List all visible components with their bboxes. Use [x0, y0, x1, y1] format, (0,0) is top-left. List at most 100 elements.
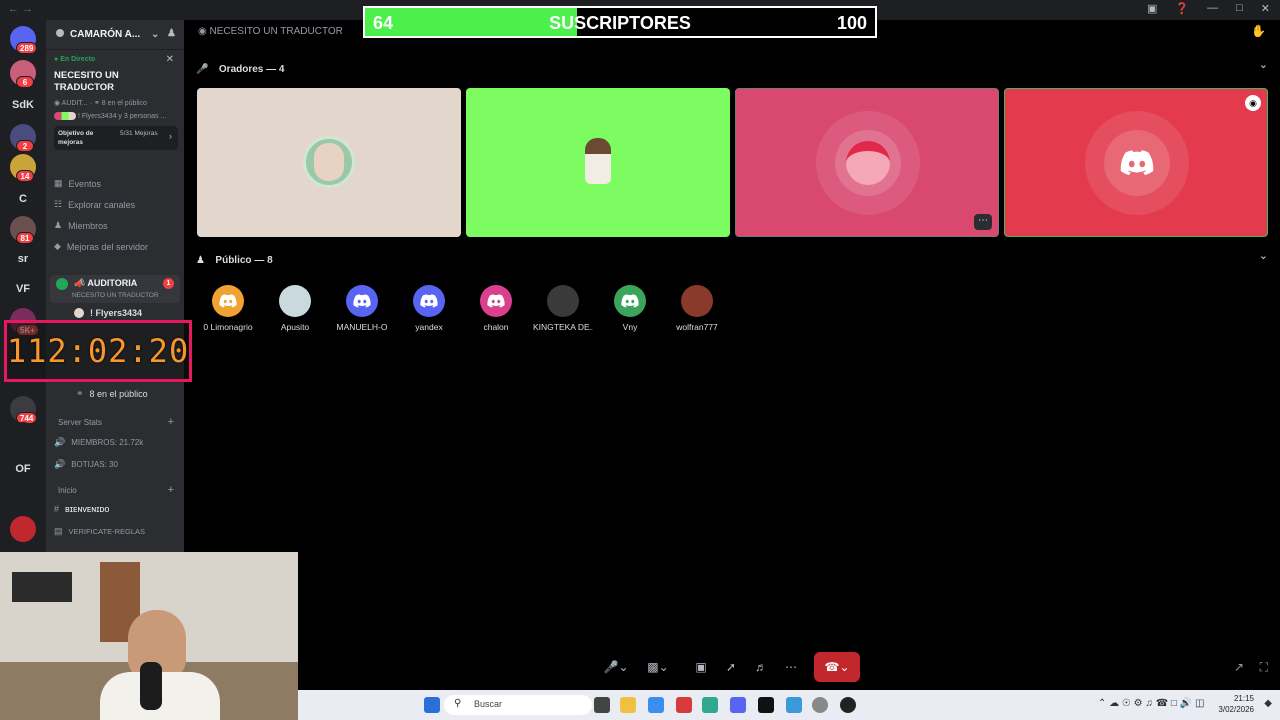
taskbar-clock[interactable]: 21:15 3/02/2026	[1218, 693, 1254, 715]
clock-date: 3/02/2026	[1218, 705, 1254, 714]
channel-subtitle: NECESITO UN TRADUCTOR	[72, 292, 159, 299]
channel-title-text: NECESITO UN TRADUCTOR	[209, 26, 343, 37]
audience-member[interactable]: yandex	[399, 285, 459, 332]
category-server-stats[interactable]: Server Stats	[58, 418, 102, 427]
fullscreen-icon[interactable]: ⛶	[1260, 660, 1268, 675]
audience-member[interactable]: 0 Limonagrio	[198, 285, 258, 332]
server-icon[interactable]: SdK	[10, 92, 36, 118]
camera-button[interactable]: ▩ ⌄	[640, 652, 676, 682]
edge-icon[interactable]	[702, 697, 718, 713]
audience-member[interactable]: KINGTEKA DE...	[533, 285, 593, 332]
more-icon: ⋯	[785, 660, 797, 674]
app-icon[interactable]	[758, 697, 774, 713]
server-icon[interactable]	[10, 422, 36, 448]
server-icon[interactable]: sr	[10, 246, 36, 272]
chevron-down-icon[interactable]: ⌄	[1259, 58, 1268, 71]
inbox-icon[interactable]: ▣	[1147, 2, 1157, 15]
category-inicio[interactable]: Inicio	[58, 486, 77, 495]
channel-members-stat[interactable]: 🔊 MIEMBROS: 21.72k	[54, 437, 143, 448]
minimize-button[interactable]: —	[1207, 2, 1218, 15]
add-channel-icon[interactable]: +	[168, 484, 174, 496]
obs-icon[interactable]	[812, 697, 828, 713]
nav-arrows[interactable]: ← →	[8, 3, 33, 15]
discord-icon[interactable]	[730, 697, 746, 713]
close-icon[interactable]: ✕	[166, 54, 174, 65]
taskbar-search[interactable]: ⚲ Buscar	[444, 695, 592, 715]
server-icon[interactable]: VF	[10, 276, 36, 302]
server-badge: 6	[16, 76, 34, 88]
audience-name: yandex	[415, 322, 443, 332]
mute-button[interactable]: 🎤 ⌄	[598, 652, 634, 682]
activity-button[interactable]: ➚	[720, 652, 742, 682]
sidebar-item-events[interactable]: ▦ Eventos	[54, 178, 101, 189]
boost-count: 5/31 Mejoras	[120, 130, 158, 137]
screen-share-button[interactable]: ▣	[690, 652, 712, 682]
channel-label: ʙɪᴇɴᴠᴇɴɪᴅᴏ	[65, 504, 110, 514]
window-controls: ▣ ❓ — □ ✕	[1147, 2, 1270, 15]
app-icon[interactable]	[676, 697, 692, 713]
search-placeholder: Buscar	[474, 699, 503, 709]
clock-time: 21:15	[1233, 694, 1254, 703]
audience-member[interactable]: Apusito	[265, 285, 325, 332]
notification-icon[interactable]: ◆	[1264, 698, 1272, 709]
stage-icon: ◉	[54, 100, 61, 107]
server-header[interactable]: CAMARÓN A... ⌄ ♟	[46, 20, 184, 50]
speaker-name: ! Flyers3434	[90, 308, 143, 318]
chevron-down-icon[interactable]: ⌄	[1259, 249, 1268, 262]
avatar	[614, 285, 646, 317]
sidebar-item-members[interactable]: ♟ Miembros	[54, 220, 108, 231]
channel-verify[interactable]: ▤ VERIFICATE-REGLAS	[54, 526, 145, 537]
server-icon[interactable]	[10, 516, 36, 542]
sidebar-item-label: Eventos	[68, 178, 102, 189]
app-icon[interactable]	[840, 697, 856, 713]
boost-goal[interactable]: Objetivo de mejoras 5/31 Mejoras ›	[54, 126, 178, 150]
channel-bots-stat[interactable]: 🔊 BOTIJAS: 30	[54, 459, 118, 470]
camera-icon[interactable]: ◉	[1245, 95, 1261, 111]
call-controls: 🎤 ⌄ ▩ ⌄ ▣ ➚ ♬ ⋯ ☎ ⌄	[590, 652, 862, 682]
help-icon[interactable]: ❓	[1175, 2, 1189, 15]
soundboard-button[interactable]: ♬	[750, 652, 772, 682]
avatar	[480, 285, 512, 317]
server-icon[interactable]: C	[10, 186, 36, 212]
popout-icon[interactable]: ↗	[1234, 660, 1244, 674]
channel-badge: 1	[163, 278, 174, 289]
file-explorer-icon[interactable]	[620, 697, 636, 713]
audience-member[interactable]: chalon	[466, 285, 526, 332]
more-button[interactable]: ⋯	[780, 652, 802, 682]
disconnect-button[interactable]: ☎ ⌄	[814, 652, 860, 682]
audience-member[interactable]: Vny	[600, 285, 660, 332]
channel-auditoria[interactable]: 📣 AUDITORIA 1 NECESITO UN TRADUCTOR	[50, 275, 180, 303]
more-icon[interactable]: ⋯	[974, 214, 992, 230]
speaker-icon: 🔊	[54, 437, 66, 447]
sidebar-item-label: Miembros	[68, 220, 108, 231]
speaker-tile[interactable]: ◉	[1004, 88, 1268, 237]
webcam-microphone	[140, 662, 162, 710]
maximize-button[interactable]: □	[1236, 2, 1243, 15]
listeners-item[interactable]: ⚭ 8 en el público	[76, 388, 148, 399]
add-member-icon[interactable]: ♟	[167, 28, 176, 39]
server-icon	[56, 29, 64, 37]
task-view-icon[interactable]	[594, 697, 610, 713]
audience-member[interactable]: MANUELH-O	[332, 285, 392, 332]
speaker-tile[interactable]	[197, 88, 461, 237]
stage-card[interactable]: ● En Directo ✕ NECESITO UN TRADUCTOR ◉ A…	[50, 52, 180, 152]
copilot-icon[interactable]	[648, 697, 664, 713]
notepad-icon[interactable]	[786, 697, 802, 713]
speaker-tile[interactable]	[466, 88, 730, 237]
sidebar-item-browse[interactable]: ☷ Explorar canales	[54, 199, 135, 210]
sidebar-item-boosts[interactable]: ◆ Mejoras del servidor	[54, 241, 148, 252]
server-icon[interactable]: OF	[10, 456, 36, 482]
wave-icon[interactable]: ✋	[1251, 24, 1266, 38]
speaker-item[interactable]: ! Flyers3434	[74, 308, 142, 318]
add-channel-icon[interactable]: +	[168, 416, 174, 428]
category-label: Inicio	[58, 486, 77, 495]
channel-welcome[interactable]: # ʙɪᴇɴᴠᴇɴɪᴅᴏ	[54, 504, 109, 514]
start-icon[interactable]	[424, 697, 440, 713]
audience-member[interactable]: wolfran777	[667, 285, 727, 332]
close-button[interactable]: ✕	[1261, 2, 1270, 15]
system-tray[interactable]: ⌃ ☁ ☉ ⚙ ♫ ☎ □ 🔊 ◫	[1098, 698, 1204, 709]
speaker-tile[interactable]: ⋯	[735, 88, 999, 237]
hash-icon: #	[54, 504, 60, 514]
microphone-icon: 🎤	[196, 64, 209, 75]
subscriber-goal: 100	[836, 13, 867, 33]
